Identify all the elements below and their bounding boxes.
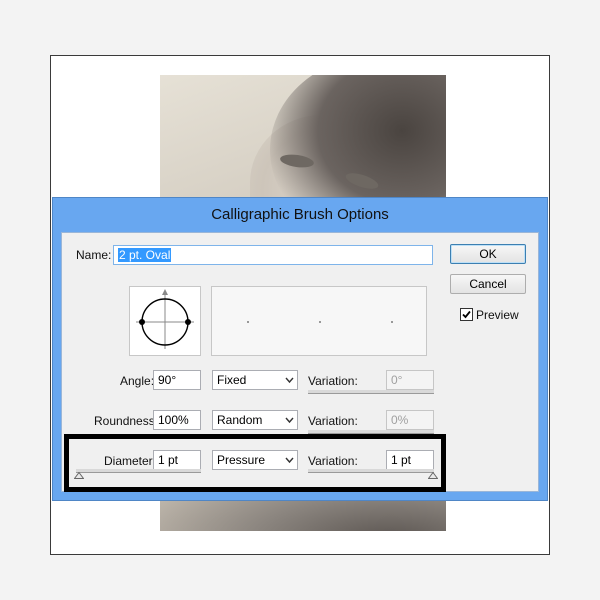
angle-variation-field[interactable]: 0° [386,370,434,390]
preview-dot [391,321,393,323]
brush-shape-icon [136,289,194,349]
cancel-button[interactable]: Cancel [450,274,526,294]
chevron-down-icon [285,417,294,424]
name-field-value: 2 pt. Oval [118,248,172,262]
brush-variation-preview [211,286,427,356]
roundness-variation-label: Variation: [308,414,358,428]
roundness-field[interactable]: 100% [153,410,201,430]
brush-shape-editor[interactable] [129,286,201,356]
preview-dot [247,321,249,323]
angle-mode-value: Fixed [217,373,247,387]
angle-variation-label: Variation: [308,374,358,388]
roundness-variation-field[interactable]: 0% [386,410,434,430]
roundness-label: Roundness: [94,414,159,428]
angle-field[interactable]: 90° [153,370,201,390]
roundness-mode-value: Random [217,413,263,427]
preview-dot [319,321,321,323]
roundness-mode-select[interactable]: Random [212,410,298,430]
diameter-row-highlight [64,434,446,492]
preview-label: Preview [476,308,519,322]
name-field[interactable]: 2 pt. Oval [113,245,433,265]
checkmark-icon [462,310,471,319]
chevron-down-icon [285,377,294,384]
angle-variation-slider[interactable] [308,390,434,394]
dialog-title: Calligraphic Brush Options [211,206,389,223]
angle-label: Angle: [120,374,155,388]
angle-mode-select[interactable]: Fixed [212,370,298,390]
ok-button[interactable]: OK [450,244,526,264]
preview-checkbox[interactable] [460,308,473,321]
name-label: Name: [76,248,112,262]
